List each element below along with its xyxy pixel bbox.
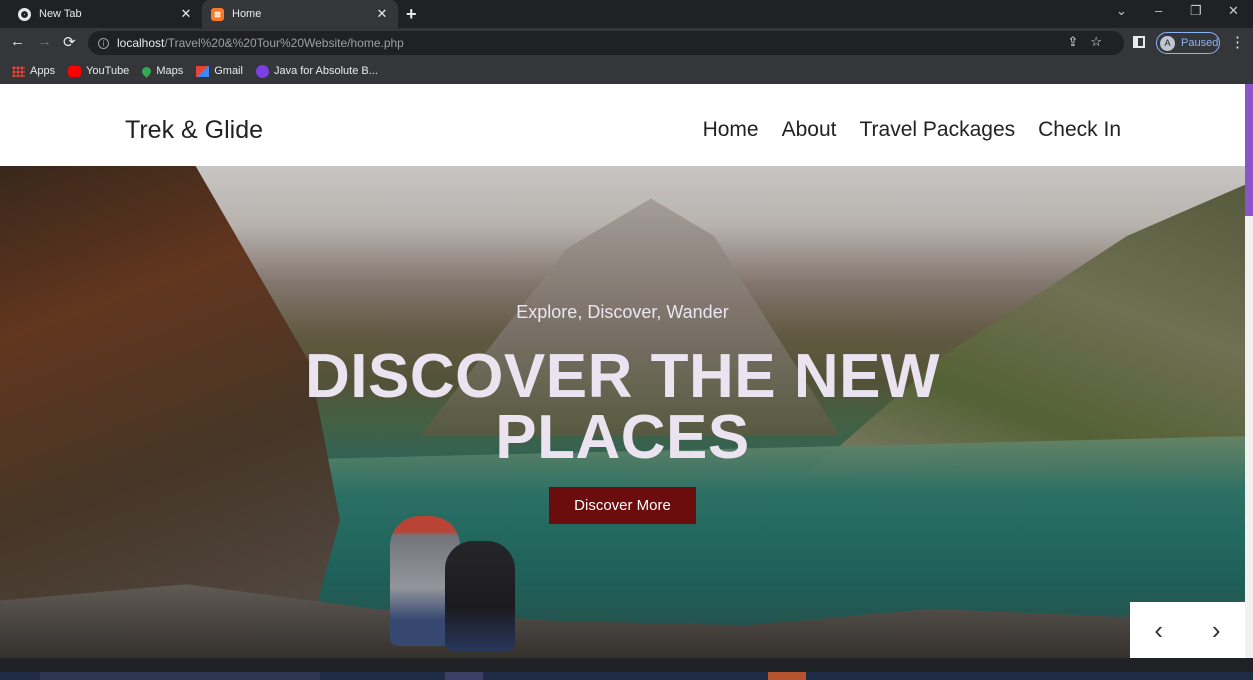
slider-controls: ‹ ›: [1130, 602, 1245, 658]
site-logo[interactable]: Trek & Glide: [125, 116, 263, 145]
hero-tagline: Explore, Discover, Wander: [516, 302, 729, 322]
url-path: /Travel%20&%20Tour%20Website/home.php: [164, 36, 404, 50]
hero-headline-line1: DISCOVER THE NEW: [305, 342, 940, 411]
os-taskbar: [0, 672, 1253, 680]
gmail-icon: [196, 65, 210, 77]
bookmark-java[interactable]: Java for Absolute B...: [255, 64, 378, 78]
bookmarks-bar: Apps YouTube Maps Gmail Java for Absolut…: [0, 58, 1253, 84]
apps-icon: [12, 65, 25, 77]
hero-headline: DISCOVER THE NEW PLACES: [0, 346, 1245, 469]
tab-title: New Tab: [39, 8, 82, 20]
address-bar[interactable]: i localhost /Travel%20&%20Tour%20Website…: [88, 31, 1124, 55]
share-bookmark-icons[interactable]: ⇪☆: [1067, 34, 1114, 50]
nav-travel-packages[interactable]: Travel Packages: [860, 118, 1016, 142]
restore-button[interactable]: ❐: [1190, 3, 1202, 19]
taskbar-app[interactable]: [445, 672, 483, 680]
close-window-button[interactable]: ✕: [1228, 3, 1239, 19]
tab-title: Home: [232, 8, 262, 20]
bookmark-apps[interactable]: Apps: [12, 65, 55, 77]
nav-check-in[interactable]: Check In: [1038, 118, 1121, 142]
profile-status: Paused: [1181, 37, 1219, 49]
profile-button[interactable]: A Paused: [1156, 32, 1220, 54]
web-page: Trek & Glide Home About Travel Packages …: [0, 84, 1245, 658]
hero-headline-line2: PLACES: [495, 403, 750, 472]
nav-home[interactable]: Home: [703, 118, 759, 142]
page-scrollbar[interactable]: [1245, 84, 1253, 658]
youtube-icon: [68, 65, 82, 77]
close-tab-icon[interactable]: ✕: [374, 6, 390, 22]
bookmark-maps[interactable]: Maps: [140, 64, 184, 78]
forward-button[interactable]: →: [37, 33, 52, 50]
bookmark-label: Maps: [156, 65, 184, 77]
avatar: A: [1160, 35, 1175, 51]
chrome-icon: [18, 7, 31, 21]
tab-new-tab[interactable]: New Tab ✕: [8, 0, 202, 28]
new-tab-button[interactable]: +: [406, 4, 417, 25]
browser-menu-icon[interactable]: ⋮: [1230, 33, 1245, 51]
browser-tab-strip: New Tab ✕ ⊠ Home ✕ + ⌄ – ❐ ✕: [0, 0, 1253, 28]
minimize-button[interactable]: –: [1155, 3, 1162, 18]
scrollbar-thumb[interactable]: [1245, 84, 1253, 216]
java-icon: [255, 64, 269, 78]
xampp-icon: ⊠: [211, 7, 224, 21]
tab-home[interactable]: ⊠ Home ✕: [202, 0, 398, 28]
bookmark-gmail[interactable]: Gmail: [196, 65, 243, 77]
bookmark-label: Gmail: [214, 65, 243, 77]
back-button[interactable]: ←: [10, 33, 25, 50]
chevron-left-icon[interactable]: ‹: [1154, 615, 1163, 646]
taskbar-search[interactable]: [40, 672, 320, 680]
bookmark-youtube[interactable]: YouTube: [68, 65, 129, 77]
hero-section: Explore, Discover, Wander DISCOVER THE N…: [0, 166, 1245, 658]
taskbar-app[interactable]: [768, 672, 806, 680]
side-panel-icon[interactable]: [1133, 36, 1145, 48]
site-info-icon[interactable]: i: [98, 37, 109, 49]
reload-button[interactable]: ⟳: [63, 33, 76, 51]
bookmark-label: YouTube: [86, 65, 130, 77]
maps-icon: [140, 64, 154, 78]
discover-more-button[interactable]: Discover More: [549, 487, 696, 524]
chevron-right-icon[interactable]: ›: [1212, 615, 1221, 646]
main-nav: Home About Travel Packages Check In: [703, 118, 1121, 142]
url-host: localhost: [117, 36, 165, 50]
browser-toolbar: ← → ⟳ i localhost /Travel%20&%20Tour%20W…: [0, 28, 1253, 58]
bookmark-label: Java for Absolute B...: [273, 65, 378, 77]
nav-about[interactable]: About: [782, 118, 837, 142]
bookmark-label: Apps: [30, 65, 56, 77]
tab-search-icon[interactable]: ⌄: [1116, 3, 1127, 19]
close-tab-icon[interactable]: ✕: [178, 6, 194, 22]
site-header: Trek & Glide Home About Travel Packages …: [0, 84, 1245, 166]
